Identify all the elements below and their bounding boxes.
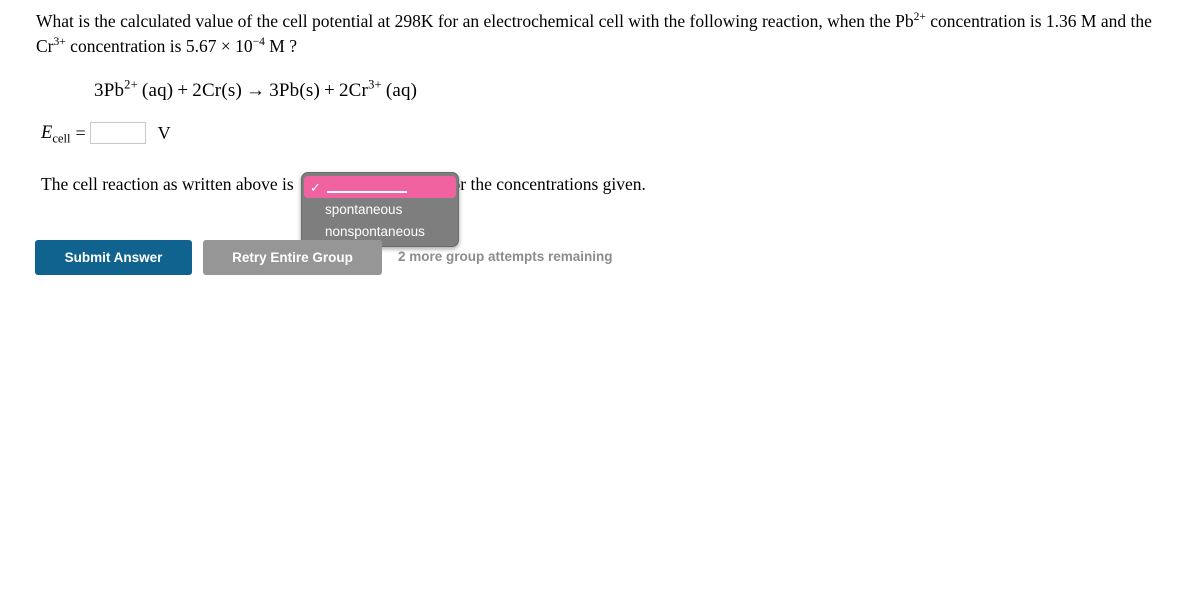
attempts-remaining-status: 2 more group attempts remaining — [398, 249, 613, 264]
question-terminator: ? — [289, 36, 297, 56]
reactant-lead-symbol: Pb — [103, 80, 125, 101]
product-chromium-state: (aq) — [385, 80, 418, 101]
reactant-lead-coefficient: 3 — [94, 80, 104, 101]
checkmark-placeholder-icon: ✓ — [308, 225, 325, 238]
cr-conc-exponent: −4 — [252, 36, 265, 49]
pb-concentration-value: 1.36 M — [1045, 11, 1097, 31]
pb-charge: 2+ — [913, 11, 926, 24]
spontaneity-dropdown-menu[interactable]: ✓ ✓ spontaneous ✓ nonspontaneous — [301, 172, 459, 247]
submit-answer-button[interactable]: Submit Answer — [35, 240, 192, 275]
reaction-arrow-icon: → — [246, 80, 266, 101]
cr-symbol: Cr — [36, 36, 54, 56]
ecell-symbol: E — [41, 122, 53, 143]
product-chromium: 2Cr3+ (aq) — [338, 77, 418, 101]
question-text-part-1: What is the calculated value of the cell… — [36, 11, 896, 31]
dropdown-option-blank[interactable]: ✓ — [304, 176, 456, 198]
chemical-equation: 3Pb2+ (aq) +2Cr(s) → 3Pb(s) +2Cr3+ (aq) — [94, 77, 418, 102]
product-chromium-coefficient: 2 — [338, 80, 349, 101]
statement-text-after: for the concentrations given. — [445, 174, 646, 194]
reactant-chromium-symbol: Cr — [201, 80, 222, 101]
blank-option-line-icon — [327, 182, 407, 193]
statement-text-before: The cell reaction as written above is — [41, 174, 294, 194]
product-lead-symbol: Pb — [278, 80, 300, 101]
question-text-part-2: concentration is — [925, 11, 1046, 31]
ecell-unit-label: V — [157, 122, 171, 143]
product-lead-state: (s) — [299, 80, 321, 101]
cr-conc-mantissa: 5.67 — [185, 36, 217, 56]
reactant-chromium-state: (s) — [221, 80, 242, 101]
equation-plus-1: + — [177, 80, 189, 101]
ecell-answer-row: Ecell = V — [41, 122, 171, 144]
pb-symbol: Pb — [895, 11, 914, 31]
dropdown-option-nonspontaneous-label: nonspontaneous — [325, 223, 425, 239]
retry-entire-group-button[interactable]: Retry Entire Group — [203, 240, 382, 275]
product-chromium-symbol: Cr — [348, 80, 369, 101]
pb-ion-inline: Pb2+ — [895, 11, 926, 31]
ecell-subscript: cell — [52, 131, 71, 146]
product-chromium-charge: 3+ — [368, 77, 382, 92]
question-text-part-4: concentration is — [65, 36, 186, 56]
dropdown-option-nonspontaneous[interactable]: ✓ nonspontaneous — [302, 220, 458, 242]
product-lead-coefficient: 3 — [269, 80, 279, 101]
ecell-equals-sign: = — [75, 122, 86, 143]
reactant-chromium: 2Cr(s) — [192, 80, 242, 101]
checkmark-placeholder-icon: ✓ — [308, 203, 325, 216]
equation-plus-2: + — [324, 80, 335, 101]
ecell-input[interactable] — [89, 122, 146, 144]
dropdown-option-spontaneous-label: spontaneous — [325, 201, 403, 217]
multiplication-sign: × — [220, 36, 231, 56]
reactant-chromium-coefficient: 2 — [192, 80, 202, 101]
cr-concentration-value: 5.67 × 10−4 M ? — [186, 36, 297, 56]
cr-conc-base: 10 — [235, 36, 253, 56]
question-prompt: What is the calculated value of the cell… — [36, 9, 1186, 59]
cr-conc-unit: M — [269, 36, 285, 56]
cr-charge: 3+ — [53, 36, 66, 49]
checkmark-icon: ✓ — [310, 179, 321, 195]
dropdown-option-spontaneous[interactable]: ✓ spontaneous — [302, 198, 458, 220]
reactant-lead: 3Pb2+ (aq) — [94, 77, 174, 101]
question-text-part-3: and the — [1096, 11, 1152, 31]
reactant-lead-state: (aq) — [141, 80, 174, 101]
ecell-label: Ecell — [41, 122, 71, 146]
cr-ion-inline: Cr3+ — [36, 36, 66, 56]
product-lead: 3Pb(s) — [269, 80, 320, 101]
reactant-lead-charge: 2+ — [124, 77, 138, 92]
